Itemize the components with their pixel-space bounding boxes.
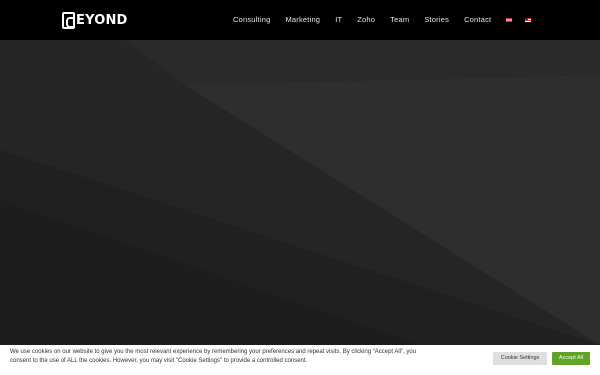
nav-item-stories[interactable]: Stories [424, 15, 449, 25]
logo[interactable]: EYOND [62, 11, 128, 29]
hero-background [0, 40, 600, 345]
us-flag-icon[interactable] [525, 18, 532, 22]
cookie-settings-button[interactable]: Cookie Settings [493, 352, 547, 365]
nav-item-it[interactable]: IT [335, 15, 342, 25]
austria-flag-icon[interactable] [506, 18, 513, 22]
site-header: EYOND Consulting Marketing IT Zoho Team … [0, 0, 600, 40]
cookie-notice-text: We use cookies on our website to give yo… [10, 349, 417, 364]
nav-item-marketing[interactable]: Marketing [285, 15, 320, 25]
cookie-consent-bar: We use cookies on our website to give yo… [0, 345, 600, 375]
nav-item-contact[interactable]: Contact [464, 15, 491, 25]
accept-all-button[interactable]: Accept All [552, 352, 590, 365]
logo-text: EYOND [76, 12, 128, 28]
nav-item-zoho[interactable]: Zoho [357, 15, 375, 25]
hero-geometric-pattern [0, 40, 600, 345]
nav-item-consulting[interactable]: Consulting [233, 15, 270, 25]
main-nav: Consulting Marketing IT Zoho Team Storie… [233, 15, 544, 25]
logo-mark-icon [62, 11, 75, 29]
nav-item-team[interactable]: Team [390, 15, 409, 25]
